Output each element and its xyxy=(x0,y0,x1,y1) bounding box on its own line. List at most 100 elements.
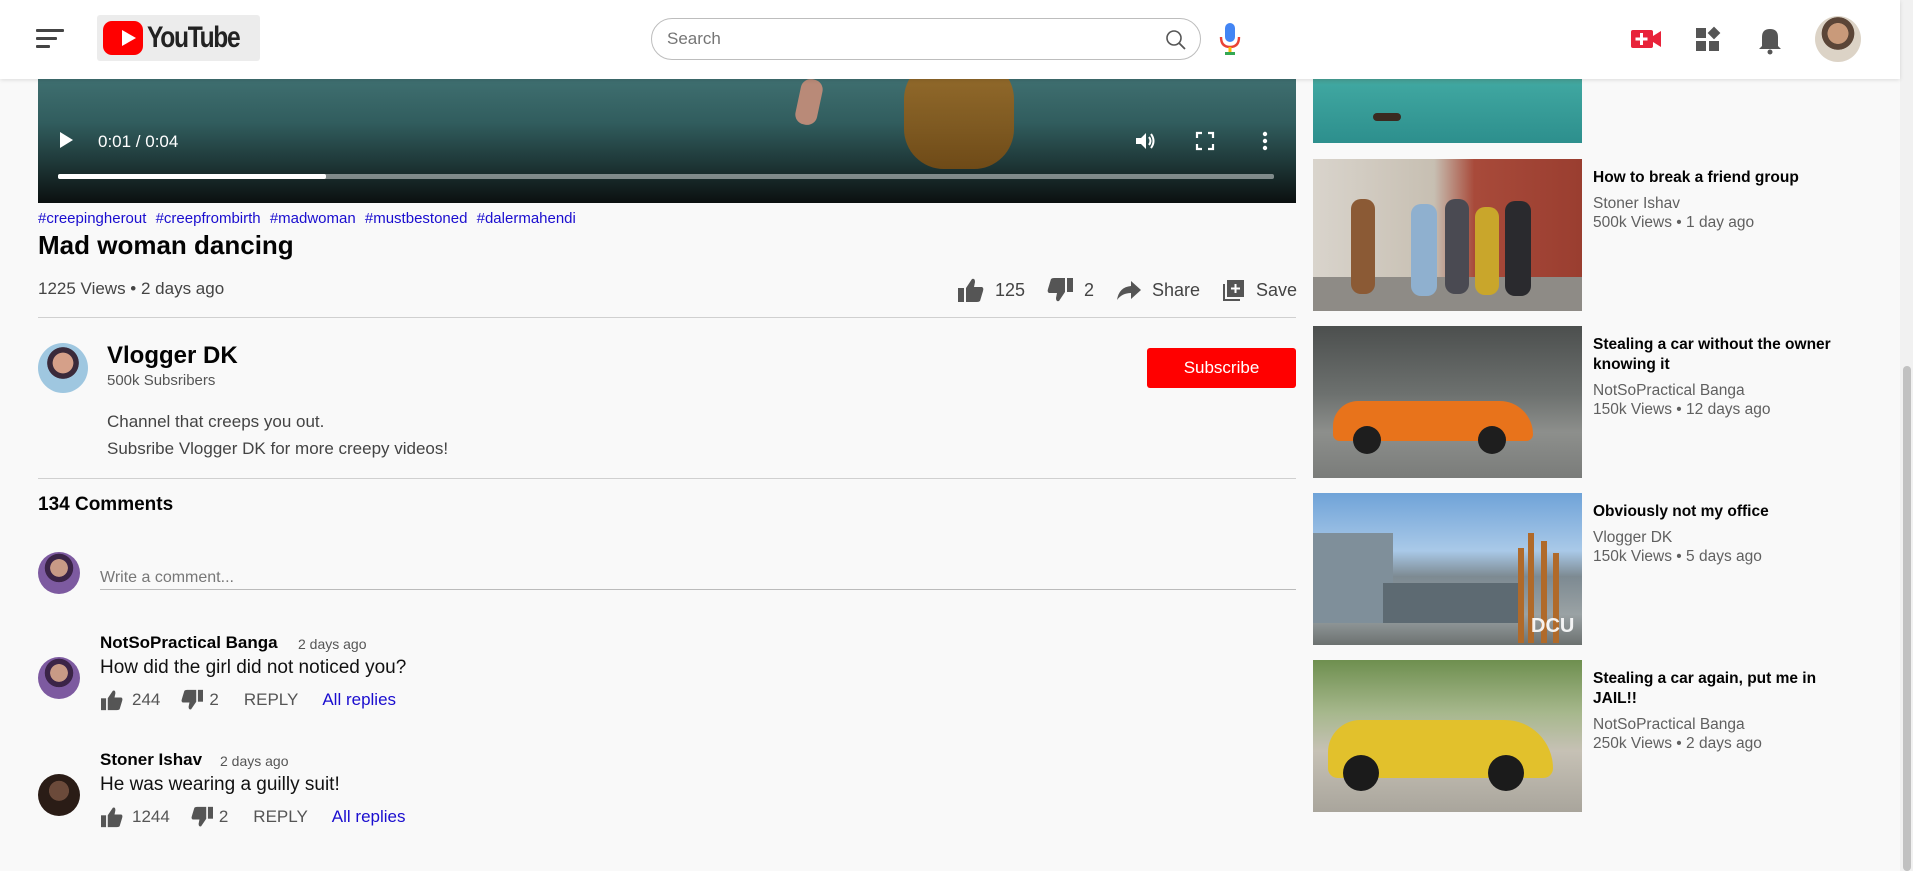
related-video-channel: NotSoPractical Banga xyxy=(1593,716,1745,733)
save-playlist-icon xyxy=(1223,280,1244,301)
mic-icon[interactable] xyxy=(1218,22,1242,56)
comment-author[interactable]: NotSoPractical Banga xyxy=(100,633,278,653)
related-video[interactable]: How to break a friend group Stoner Ishav… xyxy=(1313,159,1853,311)
video-thumbnail-yellow-car xyxy=(1313,660,1582,812)
current-user-avatar xyxy=(38,552,80,594)
fullscreen-icon[interactable] xyxy=(1193,129,1217,153)
video-thumbnail-friends xyxy=(1313,159,1582,311)
save-label: Save xyxy=(1256,279,1298,300)
video-views-date: 1225 Views • 2 days ago xyxy=(38,279,225,298)
thumbs-down-icon xyxy=(191,806,213,827)
thumbs-down-icon xyxy=(181,689,204,710)
hashtag-link[interactable]: #madwoman xyxy=(270,210,356,227)
related-video-meta: 250k Views • 2 days ago xyxy=(1593,735,1762,752)
share-button[interactable]: Share xyxy=(1116,275,1200,305)
youtube-logo[interactable]: YouTube xyxy=(97,15,260,61)
comment-like-count: 244 xyxy=(132,690,161,709)
thumbs-up-icon xyxy=(101,690,123,711)
channel-subscribers: 500k Subsribers xyxy=(107,372,216,389)
related-video[interactable]: Stealing a car without the owner knowing… xyxy=(1313,326,1853,478)
commenter-avatar[interactable] xyxy=(38,657,80,699)
related-video-meta: 150k Views • 5 days ago xyxy=(1593,548,1762,565)
video-thumbnail-orange-car xyxy=(1313,326,1582,478)
video-frame-hand xyxy=(793,79,825,127)
comment-dislike-count: 2 xyxy=(209,690,219,709)
divider xyxy=(38,478,1296,479)
hashtag-link[interactable]: #creepfrombirth xyxy=(156,210,261,227)
comment-dislike-count: 2 xyxy=(218,807,229,826)
page-scrollbar[interactable] xyxy=(1900,0,1913,871)
video-title: Mad woman dancing xyxy=(38,230,294,260)
channel-name[interactable]: Vlogger DK xyxy=(107,342,238,370)
search-input[interactable] xyxy=(667,28,1137,50)
create-video-icon[interactable] xyxy=(1629,22,1663,56)
reply-button[interactable]: REPLY xyxy=(244,690,299,710)
volume-icon[interactable] xyxy=(1133,129,1157,153)
comment-text: How did the girl did not noticed you? xyxy=(100,657,407,678)
subscribe-button[interactable]: Subscribe xyxy=(1147,348,1296,388)
share-label: Share xyxy=(1152,279,1201,300)
dislike-count: 2 xyxy=(1084,279,1095,300)
hashtags: #creepingherout #creepfrombirth #madwoma… xyxy=(38,210,581,227)
channel-description-line: Channel that creeps you out. xyxy=(107,412,325,431)
thumbs-down-icon xyxy=(1047,278,1073,302)
related-video[interactable]: Stealing a car again, put me in JAIL!! N… xyxy=(1313,660,1853,812)
hamburger-menu-icon[interactable] xyxy=(36,27,64,51)
top-header: YouTube xyxy=(0,0,1900,79)
boat-shape xyxy=(1373,113,1401,121)
video-thumbnail-office: DCU xyxy=(1313,493,1582,645)
save-button[interactable]: Save xyxy=(1222,275,1297,305)
youtube-play-icon xyxy=(103,21,144,55)
dislike-button[interactable]: 2 xyxy=(1046,275,1094,305)
related-video[interactable]: DCU Obviously not my office Vlogger DK 1… xyxy=(1313,493,1853,645)
more-options-icon[interactable] xyxy=(1253,129,1277,153)
all-replies-link[interactable]: All replies xyxy=(322,690,396,710)
hashtag-link[interactable]: #mustbestoned xyxy=(365,210,468,227)
comment-like-button[interactable]: 244 xyxy=(100,689,160,711)
hashtag-link[interactable]: #dalermahendi xyxy=(477,210,576,227)
divider xyxy=(38,317,1296,318)
comment-dislike-button[interactable]: 2 xyxy=(190,806,228,828)
channel-description-line: Subsribe Vlogger DK for more creepy vide… xyxy=(107,439,449,458)
related-video-title: Obviously not my office xyxy=(1593,503,1769,520)
search-box xyxy=(651,18,1201,60)
comment-author[interactable]: Stoner Ishav xyxy=(100,750,202,770)
scrollbar-thumb[interactable] xyxy=(1903,366,1911,871)
thumbnail-sign-text: DCU xyxy=(1531,615,1575,637)
video-player[interactable]: 0:01 / 0:04 xyxy=(38,79,1296,203)
like-button[interactable]: 125 xyxy=(957,275,1025,305)
all-replies-link[interactable]: All replies xyxy=(332,807,406,827)
related-video-channel: Vlogger DK xyxy=(1593,529,1673,546)
related-video-meta: 150k Views • 12 days ago xyxy=(1593,401,1771,418)
comment-actions: 1244 2 REPLY All replies xyxy=(100,806,406,828)
comment-time: 2 days ago xyxy=(298,636,367,652)
logo-text: YouTube xyxy=(147,21,241,54)
hashtag-link[interactable]: #creepingherout xyxy=(38,210,146,227)
reply-button[interactable]: REPLY xyxy=(253,807,308,827)
video-progress-fill xyxy=(58,174,326,179)
comment-time: 2 days ago xyxy=(220,753,289,769)
comment-input[interactable] xyxy=(100,566,1296,590)
related-video-title: How to break a friend group xyxy=(1593,169,1799,186)
channel-avatar[interactable] xyxy=(38,343,88,393)
bell-icon[interactable] xyxy=(1753,22,1787,56)
video-time: 0:01 / 0:04 xyxy=(98,132,179,151)
thumbs-up-icon xyxy=(958,278,984,302)
related-video-title: Stealing a car without the owner knowing… xyxy=(1593,336,1831,373)
comment-dislike-button[interactable]: 2 xyxy=(180,689,219,711)
comment-like-button[interactable]: 1244 xyxy=(100,806,170,828)
video-progress-bar[interactable] xyxy=(58,174,1274,179)
share-icon xyxy=(1117,281,1141,300)
play-icon[interactable] xyxy=(60,132,73,148)
apps-icon[interactable] xyxy=(1691,22,1725,56)
user-avatar[interactable] xyxy=(1815,16,1861,62)
related-video-meta: 500k Views • 1 day ago xyxy=(1593,214,1755,231)
related-video-channel: Stoner Ishav xyxy=(1593,195,1681,212)
search-icon[interactable] xyxy=(1164,28,1188,52)
like-count: 125 xyxy=(995,279,1026,300)
comments-count: 134 Comments xyxy=(38,494,174,515)
commenter-avatar[interactable] xyxy=(38,774,80,816)
thumbs-up-icon xyxy=(101,807,123,828)
related-video-title: Stealing a car again, put me in JAIL!! xyxy=(1593,670,1817,707)
comment-text: He was wearing a guilly suit! xyxy=(100,774,340,795)
